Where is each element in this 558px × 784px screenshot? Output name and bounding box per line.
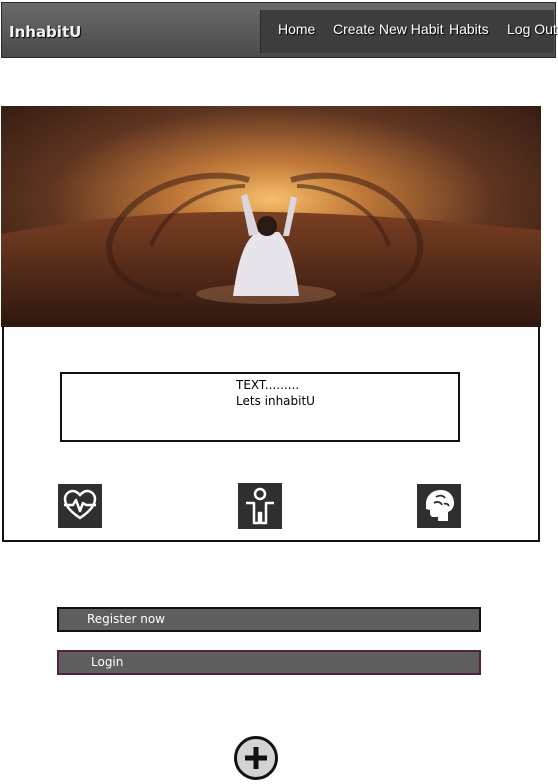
nav-logout-link[interactable]: Log Out [507, 21, 557, 37]
navbar: InhabitU Home Create New Habit Habits Lo… [1, 2, 557, 58]
nav-home-link[interactable]: Home [278, 21, 315, 37]
brand-logo[interactable]: InhabitU [9, 23, 81, 41]
intro-tagline: Lets inhabitU [236, 394, 315, 408]
intro-card: TEXT......... Lets inhabitU [2, 327, 540, 542]
intro-text-box: TEXT......... Lets inhabitU [60, 372, 460, 442]
person-icon[interactable] [238, 483, 282, 529]
desert-photo [1, 106, 541, 327]
add-button[interactable] [234, 736, 278, 780]
brain-icon[interactable] [417, 484, 461, 528]
login-button[interactable]: Login [57, 650, 481, 675]
heartbeat-icon[interactable] [58, 484, 102, 528]
intro-text-line: TEXT......... [236, 378, 300, 392]
register-button[interactable]: Register now [57, 607, 481, 632]
nav-habits-link[interactable]: Habits [449, 21, 489, 37]
hero-image [1, 106, 541, 327]
plus-icon [245, 747, 267, 769]
nav-create-habit-link[interactable]: Create New Habit [333, 21, 444, 37]
nav-menu: Home Create New Habit Habits Log Out [260, 10, 557, 53]
